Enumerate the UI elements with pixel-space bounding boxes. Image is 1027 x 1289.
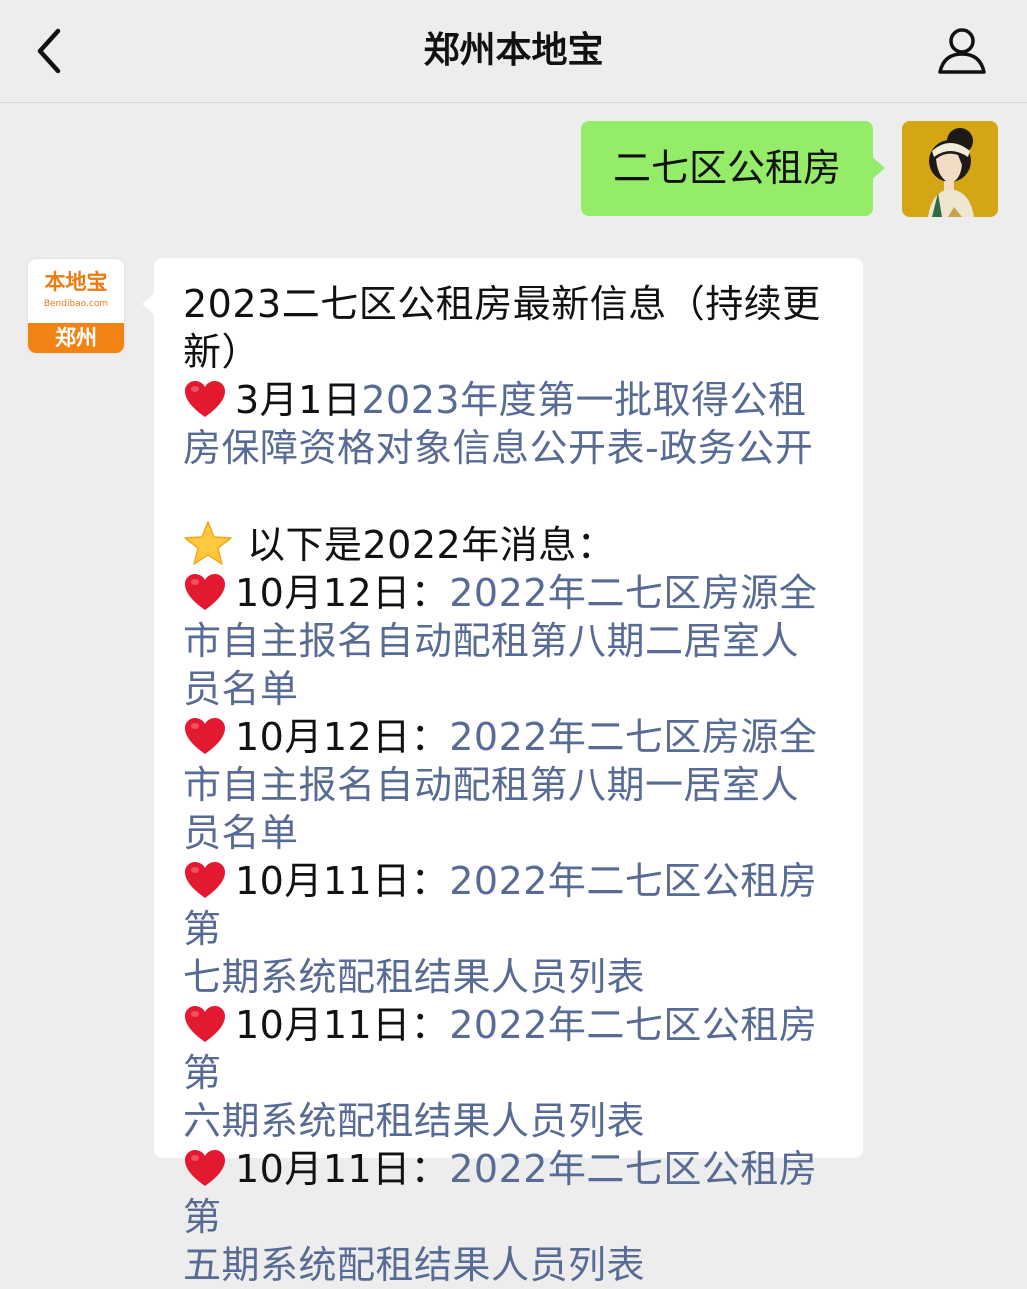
news-link[interactable]: 市自主报名自动配租第八期二居室人 <box>183 617 843 665</box>
reply-title-line: 2023二七区公租房最新信息（持续更 <box>183 282 821 326</box>
news-item: 10月11日：2022年二七区公租房第 <box>183 1145 843 1241</box>
red-heart-icon <box>183 572 227 612</box>
news-item: 3月1日2023年度第一批取得公租 <box>183 376 843 424</box>
news-date: 10月11日： <box>235 1003 450 1047</box>
news-link[interactable]: 2023年度第一批取得公租 <box>361 378 806 422</box>
nav-bar: 郑州本地宝 <box>0 0 1027 103</box>
news-date: 10月12日： <box>235 571 450 615</box>
red-heart-icon <box>183 716 227 756</box>
news-link[interactable]: 员名单 <box>183 665 843 713</box>
outgoing-message-bubble[interactable]: 二七区公租房 <box>581 121 873 216</box>
bot-city-label: 郑州 <box>55 326 97 350</box>
news-date: 3月1日 <box>235 378 362 422</box>
news-link[interactable]: 市自主报名自动配租第八期一居室人 <box>183 761 843 809</box>
news-item: 10月11日：2022年二七区公租房第 <box>183 1001 843 1097</box>
news-link[interactable]: 六期系统配租结果人员列表 <box>183 1097 843 1145</box>
news-item: 10月12日：2022年二七区房源全 <box>183 569 843 617</box>
user-avatar-illustration <box>902 121 998 217</box>
news-link[interactable]: 2022年二七区房源全 <box>449 715 817 759</box>
star-icon <box>183 520 233 566</box>
reply-title-line: 新） <box>183 330 261 374</box>
news-date: 10月11日： <box>235 859 450 903</box>
incoming-message-text: 2023二七区公租房最新信息（持续更 新） 3月1日2023年度第一批取得公租 … <box>183 280 843 1289</box>
news-link[interactable]: 2022年二七区房源全 <box>449 571 817 615</box>
news-date: 10月12日： <box>235 715 450 759</box>
user-avatar[interactable] <box>902 121 998 217</box>
section-note-text: 以下是2022年消息： <box>247 523 616 567</box>
news-link[interactable]: 五期系统配租结果人员列表 <box>183 1241 843 1289</box>
outgoing-message-text: 二七区公租房 <box>612 146 841 190</box>
news-date: 10月11日： <box>235 1147 450 1191</box>
news-item: 10月11日：2022年二七区公租房第 <box>183 857 843 953</box>
bot-city-bar: 郑州 <box>28 323 124 353</box>
person-icon <box>938 28 986 74</box>
red-heart-icon <box>183 1004 227 1044</box>
bot-avatar[interactable]: 本地宝 Bendibao.com 郑州 <box>28 259 124 353</box>
section-note: 以下是2022年消息： <box>183 520 843 569</box>
news-link[interactable]: 员名单 <box>183 809 843 857</box>
red-heart-icon <box>183 860 227 900</box>
news-link[interactable]: 七期系统配租结果人员列表 <box>183 953 843 1001</box>
bot-logo-text: 本地宝 <box>44 269 108 294</box>
profile-button[interactable] <box>934 24 990 78</box>
red-heart-icon <box>183 1148 227 1188</box>
news-link[interactable]: 房保障资格对象信息公开表-政务公开 <box>183 424 843 472</box>
chat-title: 郑州本地宝 <box>423 30 604 71</box>
news-item: 10月12日：2022年二七区房源全 <box>183 713 843 761</box>
red-heart-icon <box>183 379 227 419</box>
outgoing-bubble-tail <box>871 156 885 180</box>
bot-logo-domain: Bendibao.com <box>43 299 109 309</box>
